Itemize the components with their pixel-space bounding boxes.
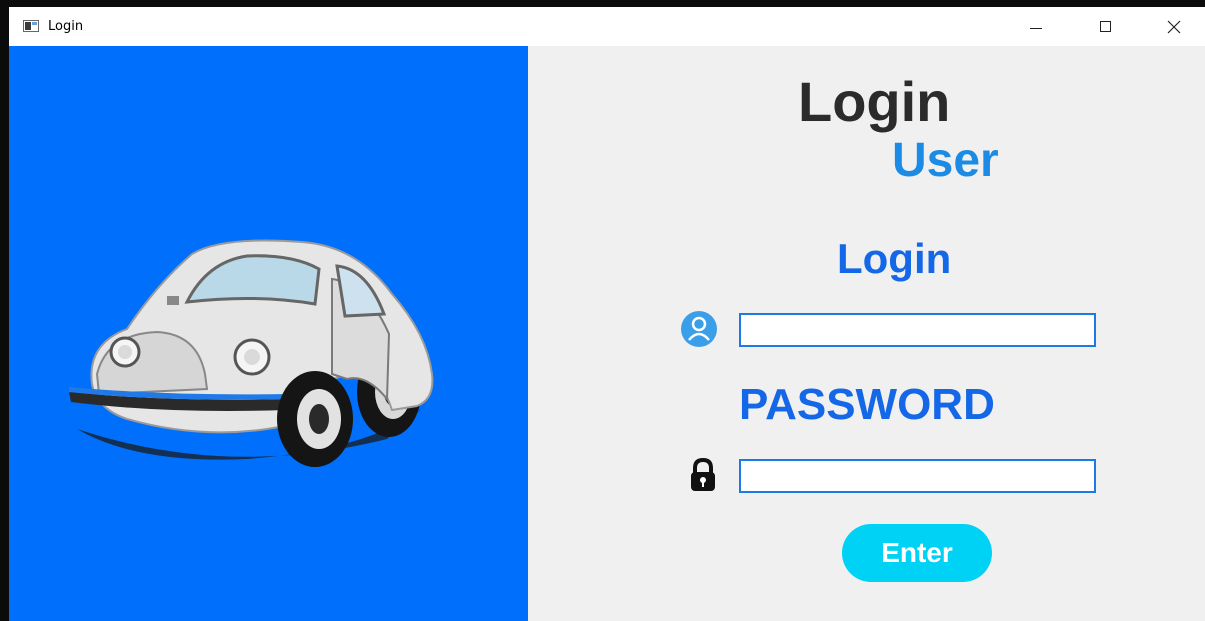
close-icon (1167, 20, 1181, 33)
enter-button[interactable]: Enter (842, 524, 992, 582)
password-label: PASSWORD (739, 380, 995, 429)
minimize-button[interactable] (1013, 7, 1059, 46)
maximize-button[interactable] (1082, 7, 1128, 46)
login-form-panel: Login User Login PASSWORD Enter (528, 46, 1205, 621)
app-icon (23, 20, 39, 32)
login-window: Login Login User Login PASSWORD Enter (0, 0, 1205, 621)
title-bar[interactable]: Login (9, 7, 1205, 46)
car-illustration (69, 239, 434, 467)
password-input[interactable] (739, 459, 1096, 493)
username-input[interactable] (739, 313, 1096, 347)
maximize-icon (1099, 21, 1111, 32)
page-title: Login (798, 70, 951, 133)
user-icon (681, 311, 717, 347)
minimize-icon (1030, 28, 1042, 29)
page-subtitle: User (892, 134, 999, 187)
username-label: Login (837, 235, 952, 282)
left-panel (9, 46, 528, 621)
lock-icon (691, 458, 715, 491)
close-button[interactable] (1151, 7, 1197, 46)
window-title: Login (48, 19, 84, 34)
